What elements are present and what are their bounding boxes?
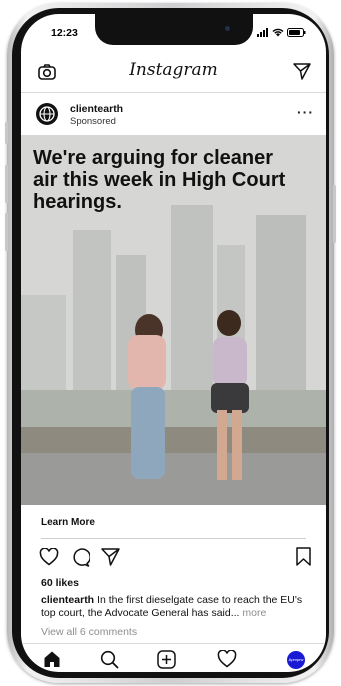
- activity-heart-icon[interactable]: [217, 649, 237, 672]
- profile-avatar[interactable]: Apmprw: [287, 651, 305, 669]
- battery-icon: [287, 28, 306, 37]
- globe-icon: [39, 106, 55, 122]
- volume-down-button: [5, 213, 8, 251]
- mute-switch: [5, 122, 8, 144]
- more-options-icon[interactable]: ···: [297, 104, 314, 120]
- search-icon[interactable]: [100, 650, 119, 672]
- notch: [95, 14, 253, 45]
- front-camera: [225, 26, 230, 31]
- new-post-icon[interactable]: [157, 650, 176, 672]
- direct-send-icon[interactable]: [293, 63, 311, 85]
- comment-icon[interactable]: [71, 548, 91, 572]
- sponsored-label: Sponsored: [70, 116, 116, 127]
- bottom-tab-bar: Apmprw: [21, 643, 326, 672]
- caption-account[interactable]: clientearth: [41, 594, 94, 606]
- signal-icon: [257, 28, 268, 37]
- post-image[interactable]: We're arguing for cleaner air this week …: [21, 135, 326, 505]
- home-icon[interactable]: [43, 650, 61, 672]
- status-icons: [257, 28, 306, 37]
- account-avatar[interactable]: [36, 103, 58, 125]
- view-comments-link[interactable]: View all 6 comments: [41, 626, 137, 638]
- bookmark-icon[interactable]: [296, 547, 311, 571]
- learn-more-button[interactable]: Learn More: [21, 505, 326, 539]
- volume-up-button: [5, 165, 8, 203]
- likes-count[interactable]: 60 likes: [41, 577, 79, 589]
- instagram-logo: Instagram: [129, 60, 218, 80]
- wifi-icon: [272, 28, 284, 37]
- status-time: 12:23: [51, 27, 78, 39]
- learn-more-label: Learn More: [41, 517, 95, 528]
- profile-label: Apmprw: [288, 657, 304, 662]
- heart-icon[interactable]: [39, 547, 59, 571]
- caption-more-link[interactable]: more: [239, 607, 266, 619]
- share-icon[interactable]: [101, 548, 120, 571]
- ad-headline: We're arguing for cleaner air this week …: [33, 147, 286, 213]
- post-actions: [21, 545, 326, 571]
- account-name[interactable]: clientearth: [70, 103, 123, 115]
- power-button: [333, 185, 336, 243]
- divider: [41, 538, 306, 539]
- screen: 12:23 Instagram clientearth Sponsored ··…: [21, 14, 326, 672]
- post-caption: clientearth In the first dieselgate case…: [41, 594, 311, 620]
- app-header: Instagram: [21, 48, 326, 93]
- post-header: clientearth Sponsored ···: [21, 93, 326, 135]
